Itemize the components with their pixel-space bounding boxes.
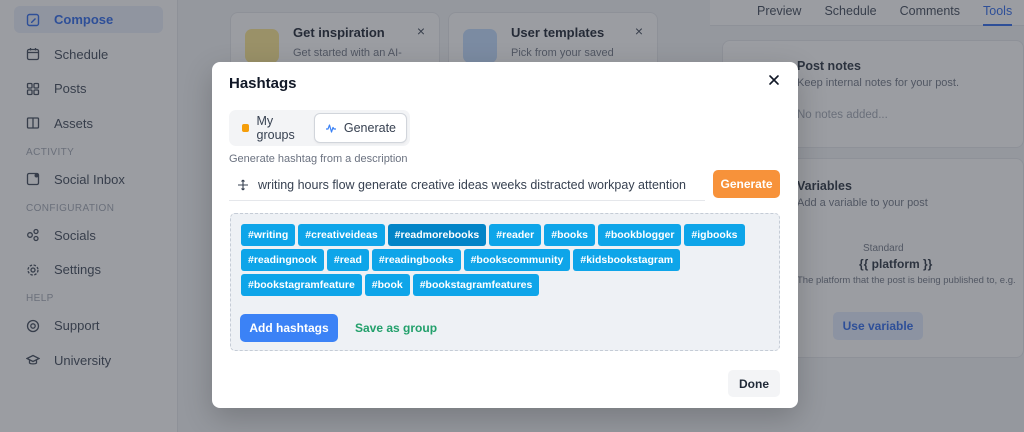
tab-label: My groups [256,114,295,142]
drag-handle-icon[interactable] [233,179,253,191]
hashtags-modal: Hashtags My groups Generate Generate has… [212,62,798,408]
generate-button[interactable]: Generate [713,170,780,198]
tab-label: Generate [343,121,396,135]
description-field [229,169,705,201]
tab-generate[interactable]: Generate [313,113,407,143]
done-button[interactable]: Done [728,370,780,397]
modal-title: Hashtags [229,75,297,92]
tab-my-groups[interactable]: My groups [232,113,314,143]
hashtag-chip[interactable]: #readingnook [241,249,324,271]
hashtag-chip[interactable]: #bookstagramfeature [241,274,362,296]
hashtag-chip[interactable]: #creativeideas [298,224,385,246]
hashtag-chip[interactable]: #bookblogger [598,224,682,246]
hashtag-list: #writing #creativeideas #readmorebooks #rea… [241,224,771,296]
square-icon [242,124,249,132]
description-label: Generate hashtag from a description [229,153,408,165]
hashtag-chip[interactable]: #readingbooks [371,249,461,271]
close-icon[interactable] [764,70,784,90]
hashtag-chip[interactable]: #books [544,224,595,246]
hashtag-chip[interactable]: #readmorebooks [387,224,487,246]
sparkle-icon [325,122,337,134]
mode-toggle: My groups Generate [229,110,410,146]
hashtag-chip[interactable]: #book [364,274,410,296]
hashtag-area: #writing #creativeideas #readmorebooks #rea… [230,213,780,351]
description-input[interactable] [258,177,698,192]
hashtag-chip[interactable]: #reader [489,224,542,246]
save-as-group-button[interactable]: Save as group [355,321,437,335]
hashtag-chip[interactable]: #bookscommunity [463,249,571,271]
hashtag-chip[interactable]: #writing [241,224,296,246]
hashtag-chip[interactable]: #igbooks [684,224,745,246]
hashtag-chip[interactable]: #bookstagramfeatures [412,274,540,296]
add-hashtags-button[interactable]: Add hashtags [240,314,338,342]
hashtag-chip[interactable]: #kidsbookstagram [573,249,681,271]
hashtag-chip[interactable]: #read [326,249,369,271]
